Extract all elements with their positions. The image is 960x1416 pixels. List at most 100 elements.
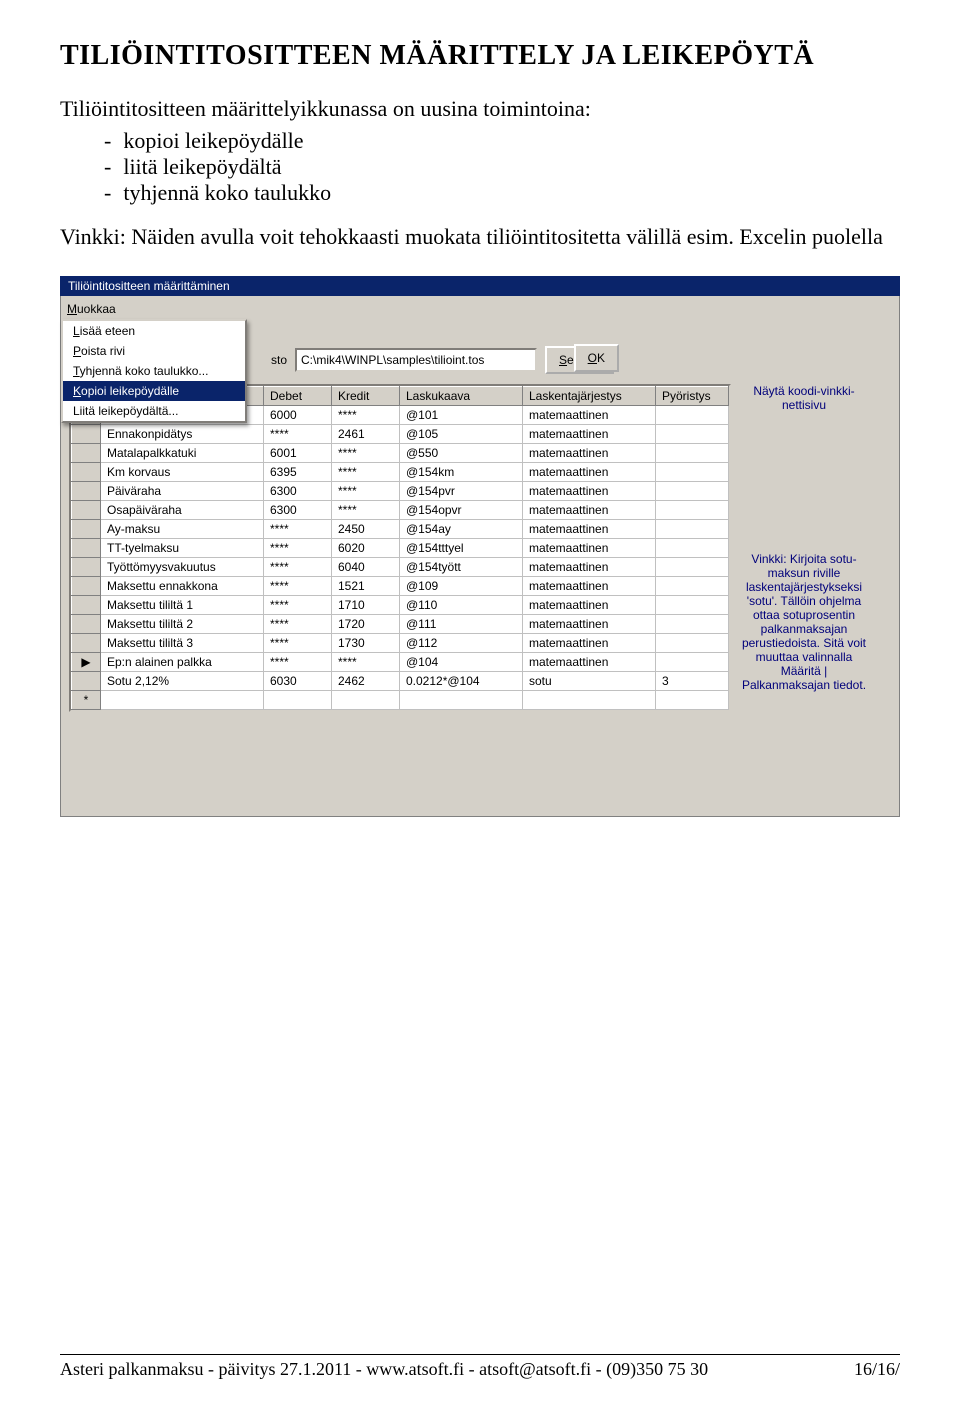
cell[interactable]: Työttömyysvakuutus xyxy=(101,558,264,577)
cell[interactable]: Päiväraha xyxy=(101,482,264,501)
table-row[interactable]: Maksettu tililtä 1****1710@110matemaatti… xyxy=(72,596,729,615)
cell[interactable]: 6000 xyxy=(264,406,332,425)
table-row[interactable]: Ay-maksu****2450@154aymatemaattinen xyxy=(72,520,729,539)
table-row[interactable]: Maksettu ennakkona****1521@109matemaatti… xyxy=(72,577,729,596)
cell[interactable]: Ep:n alainen palkka xyxy=(101,653,264,672)
cell[interactable]: **** xyxy=(264,577,332,596)
cell[interactable]: **** xyxy=(264,634,332,653)
cell[interactable]: matemaattinen xyxy=(523,520,656,539)
menu-item-tyhjenna[interactable]: Tyhjennä koko taulukko... xyxy=(63,361,245,381)
cell[interactable]: matemaattinen xyxy=(523,482,656,501)
cell[interactable]: matemaattinen xyxy=(523,406,656,425)
cell[interactable]: **** xyxy=(332,463,400,482)
cell[interactable]: matemaattinen xyxy=(523,539,656,558)
path-input[interactable]: C:\mik4\WINPL\samples\tilioint.tos xyxy=(295,348,537,372)
cell[interactable]: **** xyxy=(332,501,400,520)
cell[interactable]: **** xyxy=(264,596,332,615)
cell[interactable]: Matalapalkkatuki xyxy=(101,444,264,463)
cell[interactable]: @154tttyel xyxy=(400,539,523,558)
cell[interactable]: matemaattinen xyxy=(523,615,656,634)
menubar[interactable]: Muokkaa xyxy=(61,300,899,318)
cell[interactable] xyxy=(656,634,729,653)
cell[interactable]: @154pvr xyxy=(400,482,523,501)
cell[interactable] xyxy=(656,463,729,482)
cell[interactable] xyxy=(656,691,729,710)
cell[interactable]: sotu xyxy=(523,672,656,691)
table-row[interactable]: Matalapalkkatuki6001****@550matemaattine… xyxy=(72,444,729,463)
cell[interactable]: @110 xyxy=(400,596,523,615)
cell[interactable]: matemaattinen xyxy=(523,425,656,444)
cell[interactable]: @112 xyxy=(400,634,523,653)
cell[interactable]: Ennakonpidätys xyxy=(101,425,264,444)
menu-muokkaa[interactable]: Muokkaa xyxy=(67,302,116,316)
table-row[interactable]: Osapäiväraha6300****@154opvrmatemaattine… xyxy=(72,501,729,520)
cell[interactable]: Km korvaus xyxy=(101,463,264,482)
cell[interactable]: @111 xyxy=(400,615,523,634)
cell[interactable]: @154tyött xyxy=(400,558,523,577)
cell[interactable]: 6030 xyxy=(264,672,332,691)
cell[interactable]: 2450 xyxy=(332,520,400,539)
table-row[interactable]: * xyxy=(72,691,729,710)
cell[interactable] xyxy=(264,691,332,710)
table-row[interactable]: ▶Ep:n alainen palkka********@104matemaat… xyxy=(72,653,729,672)
cell[interactable]: 2461 xyxy=(332,425,400,444)
cell[interactable]: **** xyxy=(264,558,332,577)
table-row[interactable]: Km korvaus6395****@154kmmatemaattinen xyxy=(72,463,729,482)
cell[interactable]: Ay-maksu xyxy=(101,520,264,539)
cell[interactable]: matemaattinen xyxy=(523,653,656,672)
menu-item-kopioi[interactable]: Kopioi leikepöydälle xyxy=(63,381,245,401)
cell[interactable]: **** xyxy=(332,444,400,463)
data-grid[interactable]: Debet Kredit Laskukaava Laskentajärjesty… xyxy=(69,384,731,712)
open-dropdown[interactable]: Lisää eteen Poista rivi Tyhjennä koko ta… xyxy=(61,319,247,423)
table-row[interactable]: Päiväraha6300****@154pvrmatemaattinen xyxy=(72,482,729,501)
cell[interactable]: **** xyxy=(332,482,400,501)
cell[interactable]: 6300 xyxy=(264,501,332,520)
cell[interactable] xyxy=(656,653,729,672)
menu-item-poista[interactable]: Poista rivi xyxy=(63,341,245,361)
cell[interactable]: TT-tyelmaksu xyxy=(101,539,264,558)
table-row[interactable]: Maksettu tililtä 3****1730@112matemaatti… xyxy=(72,634,729,653)
cell[interactable]: 1720 xyxy=(332,615,400,634)
cell[interactable] xyxy=(656,482,729,501)
cell[interactable]: 6020 xyxy=(332,539,400,558)
cell[interactable] xyxy=(656,501,729,520)
side-link[interactable]: Näytä koodi-vinkki-nettisivu xyxy=(739,384,869,412)
cell[interactable]: Maksettu tililtä 1 xyxy=(101,596,264,615)
cell[interactable]: 3 xyxy=(656,672,729,691)
cell[interactable]: @154opvr xyxy=(400,501,523,520)
cell[interactable]: @104 xyxy=(400,653,523,672)
cell[interactable] xyxy=(656,596,729,615)
cell[interactable]: 1521 xyxy=(332,577,400,596)
cell[interactable]: @550 xyxy=(400,444,523,463)
cell[interactable] xyxy=(656,520,729,539)
cell[interactable]: Sotu 2,12% xyxy=(101,672,264,691)
cell[interactable]: @105 xyxy=(400,425,523,444)
cell[interactable]: **** xyxy=(264,425,332,444)
cell[interactable]: 6001 xyxy=(264,444,332,463)
table-row[interactable]: TT-tyelmaksu****6020@154tttyelmatemaatti… xyxy=(72,539,729,558)
cell[interactable]: @154ay xyxy=(400,520,523,539)
cell[interactable] xyxy=(656,577,729,596)
cell[interactable]: @109 xyxy=(400,577,523,596)
cell[interactable]: **** xyxy=(264,615,332,634)
cell[interactable]: Maksettu ennakkona xyxy=(101,577,264,596)
cell[interactable]: **** xyxy=(264,520,332,539)
cell[interactable]: **** xyxy=(264,653,332,672)
cell[interactable]: 0.0212*@104 xyxy=(400,672,523,691)
cell[interactable]: @154km xyxy=(400,463,523,482)
cell[interactable] xyxy=(656,539,729,558)
table-row[interactable]: Ennakonpidätys****2461@105matemaattinen xyxy=(72,425,729,444)
cell[interactable]: Maksettu tililtä 2 xyxy=(101,615,264,634)
cell[interactable] xyxy=(656,558,729,577)
cell[interactable]: matemaattinen xyxy=(523,577,656,596)
cell[interactable]: Maksettu tililtä 3 xyxy=(101,634,264,653)
table-row[interactable]: Maksettu tililtä 2****1720@111matemaatti… xyxy=(72,615,729,634)
cell[interactable] xyxy=(656,615,729,634)
cell[interactable] xyxy=(400,691,523,710)
cell[interactable]: matemaattinen xyxy=(523,463,656,482)
table-row[interactable]: Työttömyysvakuutus****6040@154työttmatem… xyxy=(72,558,729,577)
cell[interactable] xyxy=(101,691,264,710)
cell[interactable]: **** xyxy=(332,653,400,672)
cell[interactable]: 2462 xyxy=(332,672,400,691)
cell[interactable]: 6040 xyxy=(332,558,400,577)
